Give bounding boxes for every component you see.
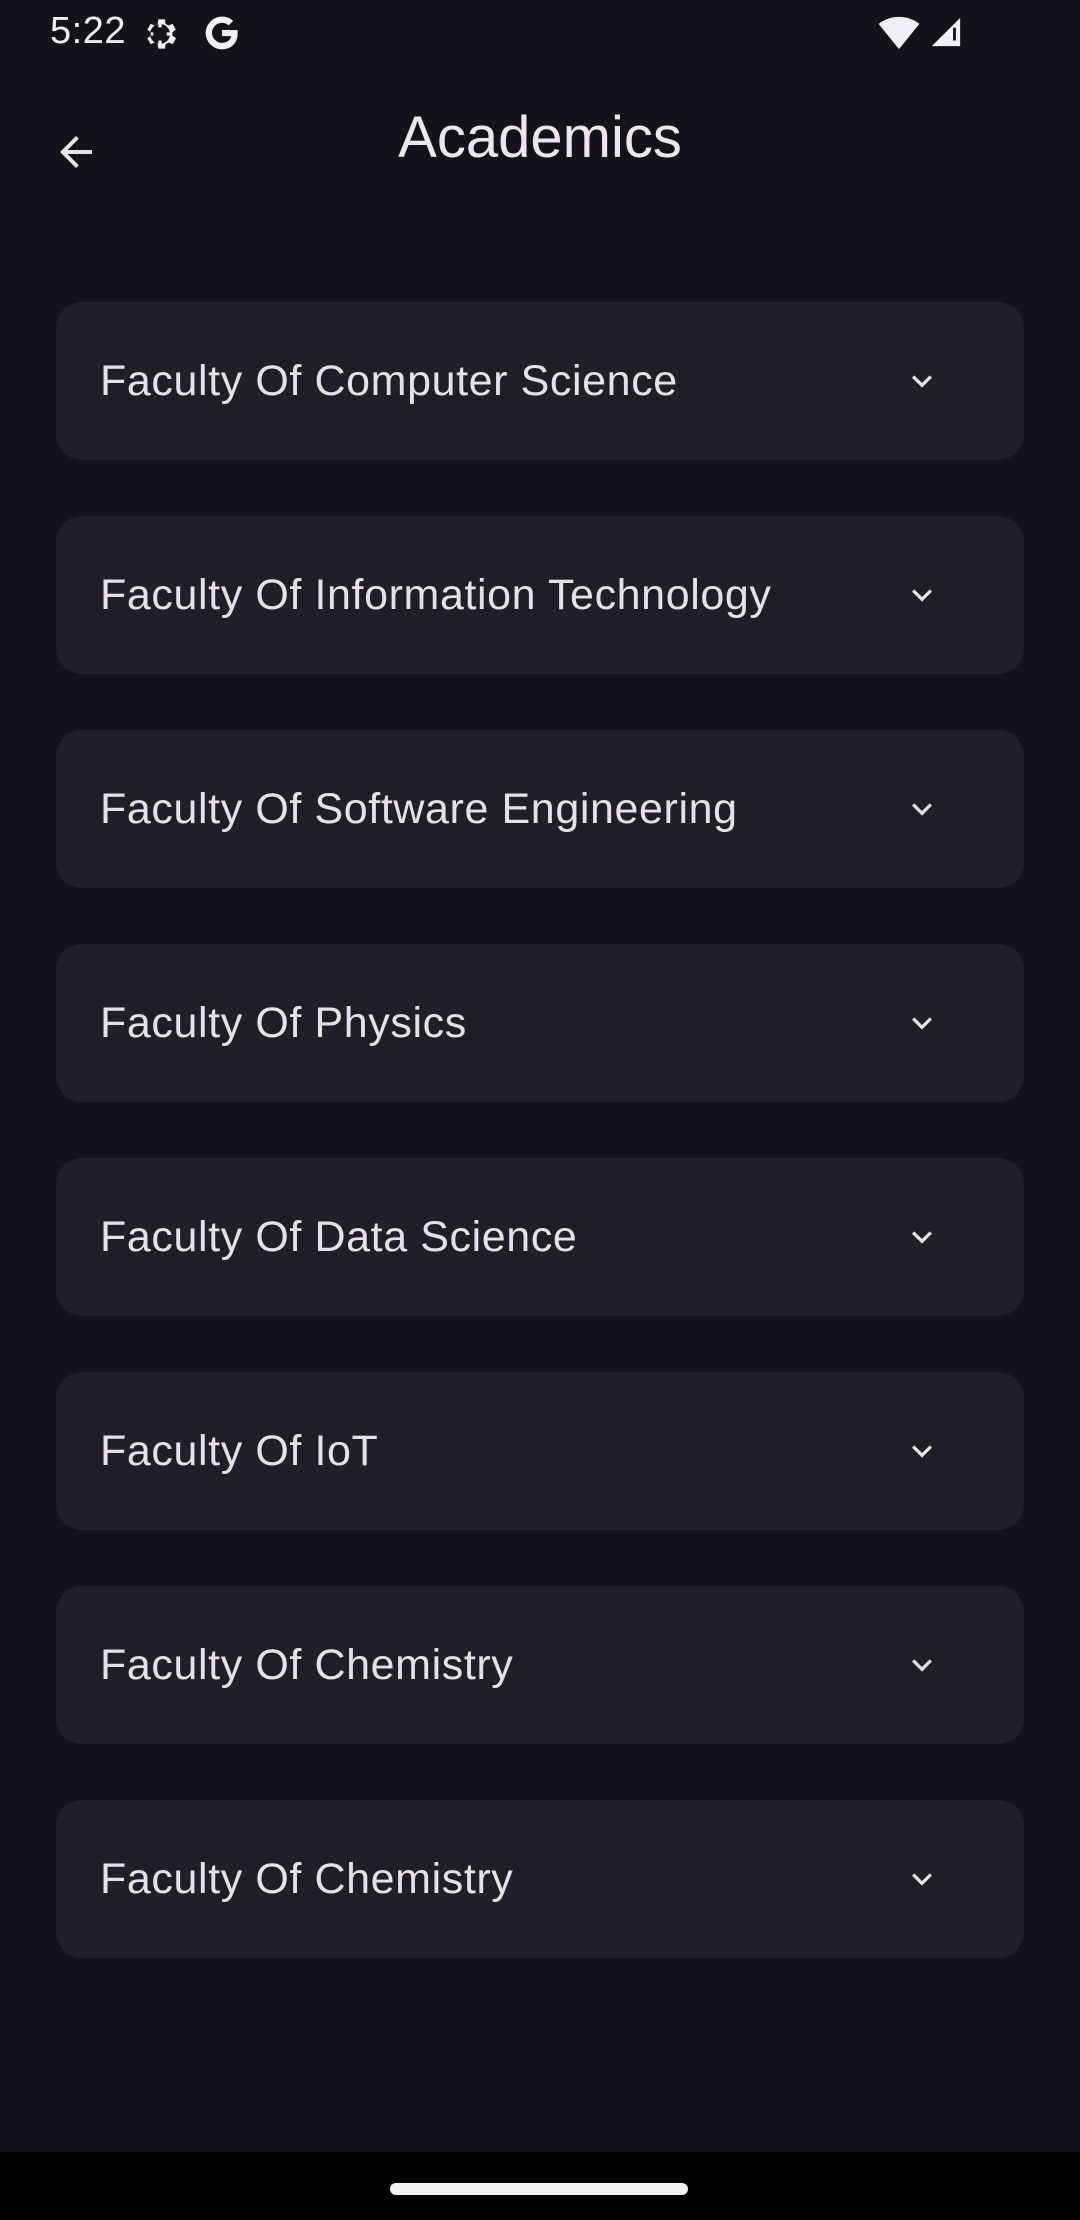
faculty-list: Faculty Of Computer Science Faculty Of I… (56, 302, 1024, 2014)
chevron-down-icon (912, 1873, 932, 1886)
chevron-down-icon (912, 1445, 932, 1458)
faculty-item-data-science[interactable]: Faculty Of Data Science (56, 1158, 1024, 1316)
faculty-label: Faculty Of Data Science (100, 1213, 578, 1261)
faculty-item-computer-science[interactable]: Faculty Of Computer Science (56, 302, 1024, 460)
chevron-down-icon (912, 589, 932, 602)
system-nav-bar (0, 2152, 1080, 2220)
faculty-item-chemistry[interactable]: Faculty Of Chemistry (56, 1586, 1024, 1744)
faculty-item-software-engineering[interactable]: Faculty Of Software Engineering (56, 730, 1024, 888)
faculty-label: Faculty Of Chemistry (100, 1855, 514, 1903)
chevron-down-icon (912, 803, 932, 816)
faculty-item-information-technology[interactable]: Faculty Of Information Technology (56, 516, 1024, 674)
faculty-item-physics[interactable]: Faculty Of Physics (56, 944, 1024, 1102)
faculty-label: Faculty Of Software Engineering (100, 785, 738, 833)
faculty-label: Faculty Of Physics (100, 999, 467, 1047)
chevron-down-icon (912, 1659, 932, 1672)
chevron-down-icon (912, 1017, 932, 1030)
app-bar: Academics (0, 68, 1080, 218)
page-title: Academics (398, 105, 682, 170)
signal-icon (931, 17, 961, 47)
google-icon (205, 16, 238, 50)
settings-icon (147, 19, 176, 49)
status-time: 5:22 (50, 10, 126, 52)
faculty-label: Faculty Of Information Technology (100, 571, 772, 619)
chevron-down-icon (912, 375, 932, 388)
chevron-down-icon (912, 1231, 932, 1244)
faculty-item-chemistry-2[interactable]: Faculty Of Chemistry (56, 1800, 1024, 1958)
wifi-icon (878, 16, 920, 50)
faculty-label: Faculty Of IoT (100, 1427, 379, 1475)
faculty-label: Faculty Of Computer Science (100, 357, 678, 405)
home-indicator[interactable] (390, 2183, 688, 2195)
status-bar: 5:22 (0, 0, 1080, 68)
faculty-label: Faculty Of Chemistry (100, 1641, 514, 1689)
faculty-item-iot[interactable]: Faculty Of IoT (56, 1372, 1024, 1530)
